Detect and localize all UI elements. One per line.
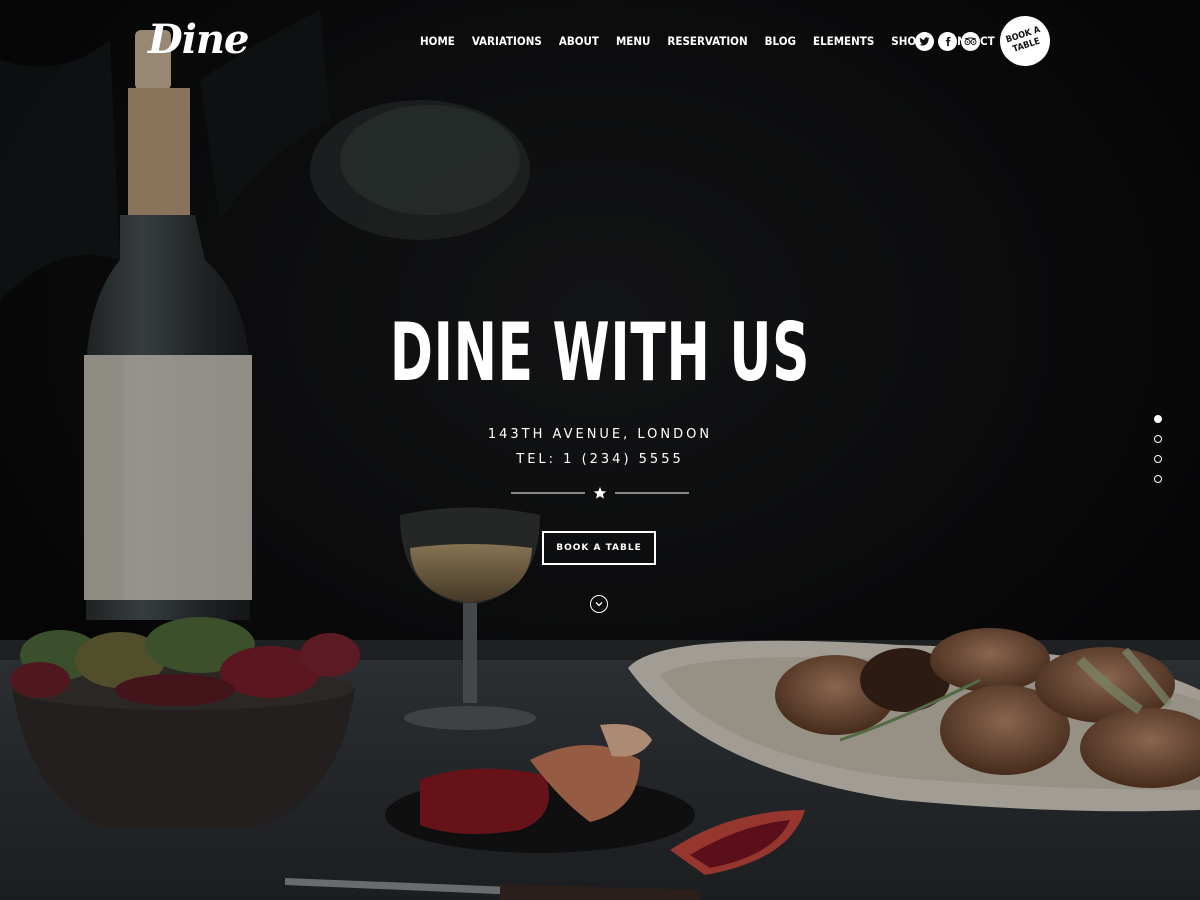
nav-item-elements[interactable]: ELEMENTS xyxy=(813,34,874,48)
hero-background-photo xyxy=(0,0,1200,900)
tripadvisor-icon[interactable] xyxy=(961,32,980,51)
twitter-icon[interactable] xyxy=(915,32,934,51)
book-table-circle-label: BOOK A TABLE xyxy=(1004,25,1042,55)
nav-item-reservation[interactable]: RESERVATION xyxy=(667,34,747,48)
scroll-down-button[interactable] xyxy=(590,595,608,613)
slider-pagination xyxy=(1154,415,1162,495)
slider-dot-3[interactable] xyxy=(1154,455,1162,463)
nav-item-menu[interactable]: MENU xyxy=(616,34,650,48)
nav-item-blog[interactable]: BLOG xyxy=(765,34,796,48)
star-divider xyxy=(511,487,689,499)
nav-item-about[interactable]: ABOUT xyxy=(559,34,599,48)
hero-phone: TEL: 1 (234) 5555 xyxy=(516,452,684,467)
nav-item-home[interactable]: HOME xyxy=(420,34,455,48)
nav-item-variations[interactable]: VARIATIONS xyxy=(472,34,542,48)
slider-dot-4[interactable] xyxy=(1154,475,1162,483)
site-logo[interactable]: Dine xyxy=(148,16,249,63)
social-links xyxy=(915,32,980,51)
hero-address: 143TH AVENUE, LONDON xyxy=(487,427,713,442)
slider-dot-2[interactable] xyxy=(1154,435,1162,443)
facebook-icon[interactable] xyxy=(938,32,957,51)
slider-dot-1[interactable] xyxy=(1154,415,1162,423)
book-table-button[interactable]: BOOK A TABLE xyxy=(542,531,656,565)
star-icon xyxy=(593,487,607,499)
chevron-down-icon xyxy=(595,602,603,607)
book-table-button-label: BOOK A TABLE xyxy=(556,543,642,553)
book-table-circle-button[interactable]: BOOK A TABLE xyxy=(1000,16,1050,66)
hero-title: DINE WITH US xyxy=(389,306,811,399)
